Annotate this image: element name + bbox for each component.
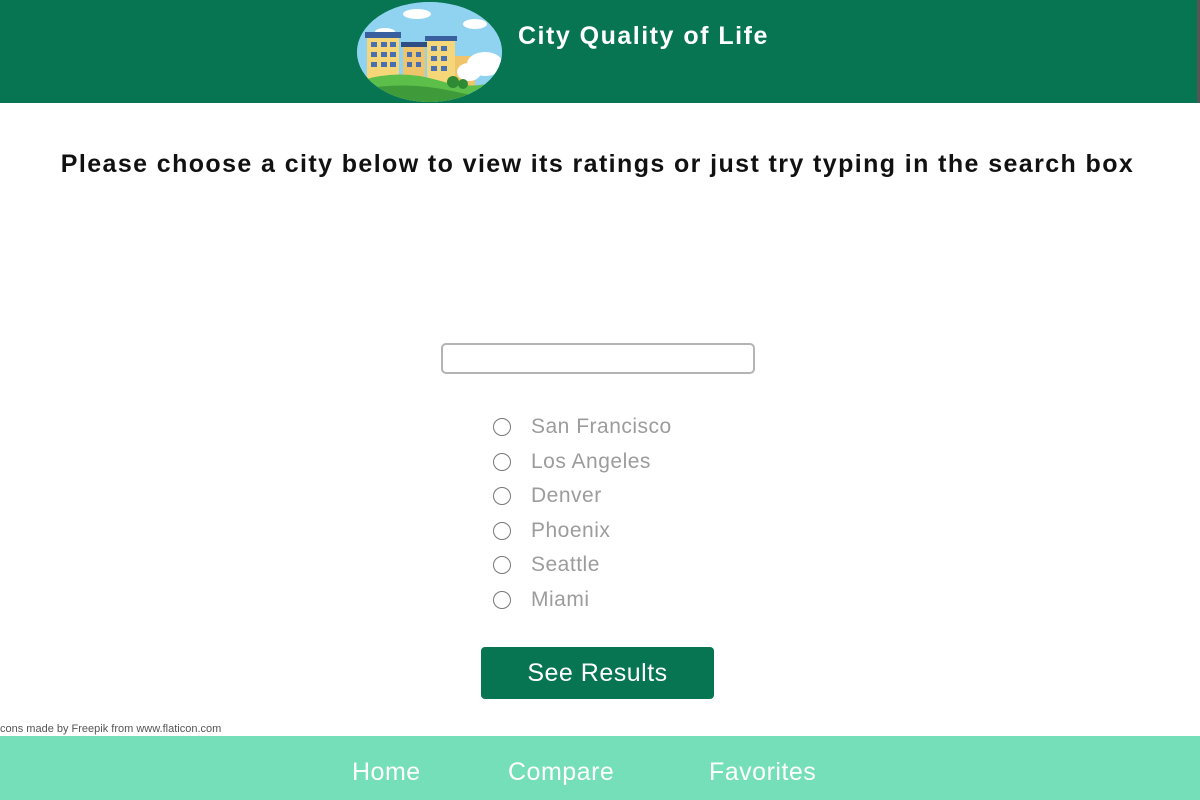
radio-button[interactable]: [493, 521, 511, 540]
city-radio-group: San Francisco Los Angeles Denver Phoenix…: [492, 410, 752, 617]
city-label: Phoenix: [531, 518, 611, 542]
city-buildings-icon: [357, 2, 502, 102]
city-option-denver[interactable]: Denver: [492, 479, 752, 514]
app-title: City Quality of Life: [518, 22, 769, 50]
radio-button[interactable]: [493, 487, 511, 506]
city-label: Los Angeles: [531, 449, 651, 473]
city-option-san-francisco[interactable]: San Francisco: [492, 410, 752, 445]
page-instructions: Please choose a city below to view its r…: [60, 150, 1135, 178]
icon-credit: cons made by Freepik from www.flaticon.c…: [0, 723, 222, 735]
radio-button[interactable]: [493, 452, 511, 471]
app-header: City Quality of Life: [0, 0, 1200, 103]
radio-button[interactable]: [493, 556, 511, 575]
nav-compare[interactable]: Compare: [508, 758, 614, 787]
city-label: Seattle: [531, 553, 600, 577]
footer-nav: Home Compare Favorites: [0, 736, 1200, 800]
search-input[interactable]: [441, 343, 755, 374]
city-label: Denver: [531, 484, 602, 508]
city-label: San Francisco: [531, 415, 672, 439]
city-label: Miami: [531, 587, 590, 611]
radio-button[interactable]: [493, 590, 511, 609]
nav-favorites[interactable]: Favorites: [709, 758, 816, 787]
nav-home[interactable]: Home: [352, 758, 421, 787]
city-option-los-angeles[interactable]: Los Angeles: [492, 445, 752, 480]
city-option-miami[interactable]: Miami: [492, 583, 752, 618]
city-option-phoenix[interactable]: Phoenix: [492, 514, 752, 549]
city-option-seattle[interactable]: Seattle: [492, 548, 752, 583]
radio-button[interactable]: [493, 418, 511, 437]
see-results-button[interactable]: See Results: [481, 647, 714, 699]
